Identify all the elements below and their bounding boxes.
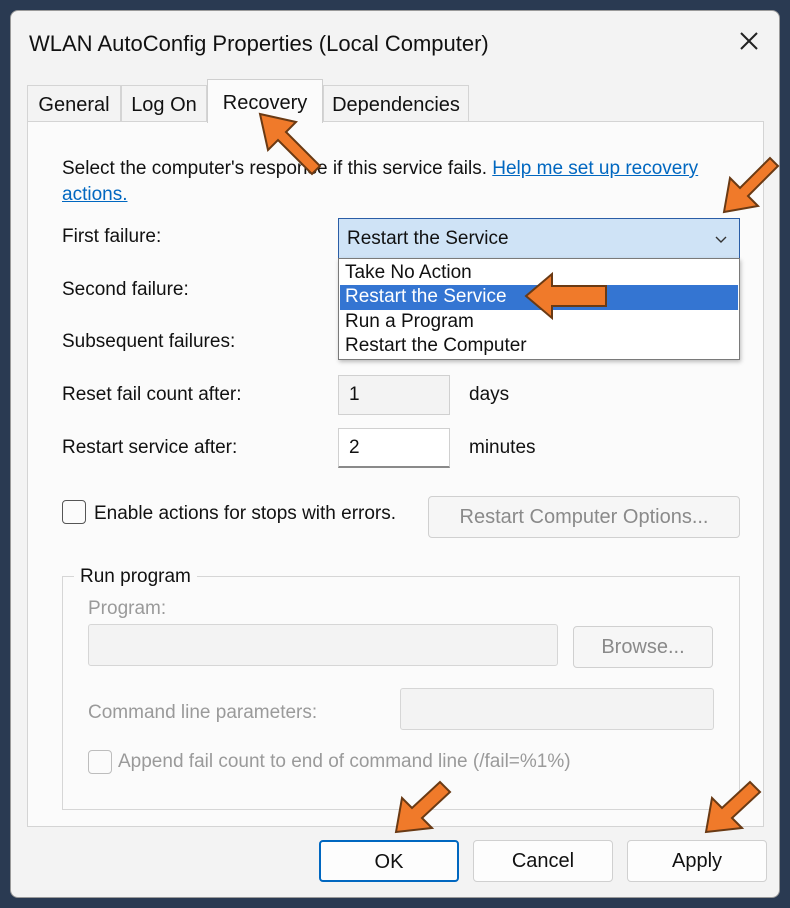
chevron-down-icon [715, 236, 727, 243]
subsequent-failures-label: Subsequent failures: [62, 331, 236, 352]
tab-general[interactable]: General [27, 85, 121, 123]
restart-unit: minutes [469, 437, 536, 458]
run-program-title: Run program [74, 566, 197, 588]
first-failure-value: Restart the Service [347, 228, 509, 249]
cmd-params-label: Command line parameters: [88, 702, 318, 723]
append-fail-count-checkbox[interactable] [88, 750, 112, 774]
restart-minutes-input[interactable]: 2 [338, 428, 450, 468]
intro-description: Select the computer's response if this s… [62, 158, 487, 179]
properties-dialog: WLAN AutoConfig Properties (Local Comput… [10, 10, 780, 898]
append-fail-count-label: Append fail count to end of command line… [118, 751, 571, 772]
cmd-params-input[interactable] [400, 688, 714, 730]
ok-button[interactable]: OK [319, 840, 459, 882]
program-input[interactable] [88, 624, 558, 666]
option-take-no-action[interactable]: Take No Action [340, 261, 738, 286]
reset-count-input[interactable]: 1 [338, 375, 450, 415]
tab-log-on[interactable]: Log On [121, 85, 207, 123]
option-restart-computer[interactable]: Restart the Computer [340, 334, 738, 359]
option-run-program[interactable]: Run a Program [340, 310, 738, 335]
recovery-panel: Select the computer's response if this s… [27, 121, 764, 827]
browse-button[interactable]: Browse... [573, 626, 713, 668]
program-label: Program: [88, 598, 167, 619]
restart-service-label: Restart service after: [62, 437, 238, 458]
enable-actions-checkbox[interactable] [62, 500, 86, 524]
tab-dependencies[interactable]: Dependencies [323, 85, 469, 123]
first-failure-select[interactable]: Restart the Service [338, 218, 740, 260]
apply-button[interactable]: Apply [627, 840, 767, 882]
close-icon[interactable] [733, 25, 765, 57]
intro-text: Select the computer's response if this s… [62, 156, 742, 208]
window-title: WLAN AutoConfig Properties (Local Comput… [29, 31, 489, 56]
reset-unit: days [469, 384, 510, 405]
failure-dropdown-list: Take No Action Restart the Service Run a… [338, 258, 740, 360]
restart-computer-options-button[interactable]: Restart Computer Options... [428, 496, 740, 538]
tab-recovery[interactable]: Recovery [207, 79, 323, 123]
second-failure-label: Second failure: [62, 279, 189, 300]
enable-actions-label: Enable actions for stops with errors. [94, 503, 397, 524]
reset-count-label: Reset fail count after: [62, 384, 242, 405]
first-failure-label: First failure: [62, 226, 162, 247]
option-restart-service[interactable]: Restart the Service [340, 285, 738, 310]
cancel-button[interactable]: Cancel [473, 840, 613, 882]
